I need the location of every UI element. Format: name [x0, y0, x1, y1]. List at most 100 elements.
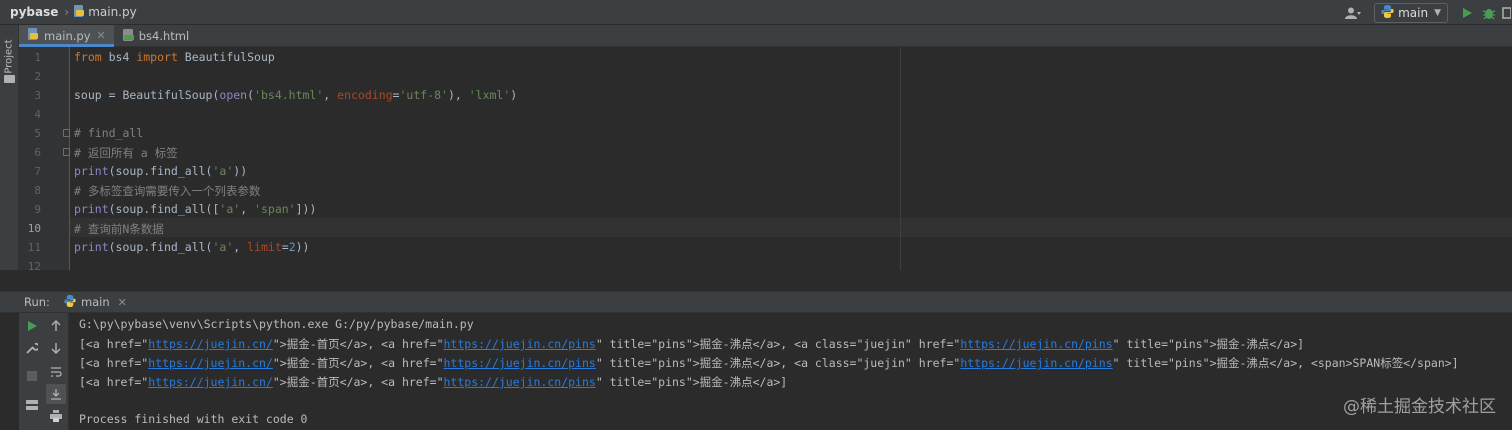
- right-margin-guide: [900, 47, 901, 270]
- console-text: " title="pins">掘金-沸点</a>, <a class="juej…: [595, 337, 961, 351]
- code-line-1: from bs4 import BeautifulSoup: [74, 50, 275, 64]
- console-text: " title="pins">掘金-沸点</a>]: [1112, 337, 1305, 351]
- line-number: 4: [34, 108, 41, 121]
- code-line-3: soup = BeautifulSoup(open('bs4.html', en…: [74, 88, 517, 102]
- caret-row-highlight: [19, 218, 1512, 237]
- stop-icon[interactable]: [22, 366, 42, 386]
- run-toolbar: [19, 313, 69, 430]
- code-token: BeautifulSoup: [177, 50, 275, 64]
- console-output-line: [<a href="https://juejin.cn/">掘金-首页</a>,…: [79, 336, 1304, 352]
- scroll-to-end-icon[interactable]: [46, 384, 66, 404]
- python-icon: [1381, 4, 1394, 21]
- panel-splitter[interactable]: [0, 270, 1512, 292]
- code-token: ,: [240, 202, 255, 216]
- line-number: 12: [27, 260, 41, 270]
- tab-bs4-html[interactable]: bs4.html: [114, 25, 197, 47]
- code-line-9: print(soup.find_all(['a', 'span'])): [74, 202, 316, 216]
- line-number: 6: [34, 146, 41, 159]
- project-tool-tab-label: Project: [3, 39, 15, 74]
- fold-marker-icon[interactable]: [63, 148, 70, 156]
- code-token: (: [247, 88, 255, 102]
- code-token: ,: [233, 240, 248, 254]
- console-text: [<a href=": [79, 356, 149, 370]
- close-icon[interactable]: ✕: [97, 29, 106, 42]
- code-token: 'a': [212, 240, 234, 254]
- line-number: 9: [34, 203, 41, 216]
- code-token: bs4: [101, 50, 137, 64]
- console-link[interactable]: https://juejin.cn/: [148, 375, 273, 389]
- code-token: 'utf-8': [399, 88, 448, 102]
- line-number-gutter: 1 2 3 4 5 6 7 8 9 10 11 12: [19, 47, 70, 270]
- line-number-current: 10: [27, 222, 41, 235]
- chevron-down-icon: ▼: [1434, 7, 1441, 18]
- console-link[interactable]: https://juejin.cn/pins: [444, 356, 596, 370]
- run-panel-header: Run: main ✕: [0, 292, 1512, 313]
- console-text: ">掘金-首页</a>, <a href=": [272, 356, 444, 370]
- run-panel-title: Run:: [24, 295, 50, 309]
- fold-marker-icon[interactable]: [63, 129, 70, 137]
- python-file-icon: [73, 4, 85, 20]
- code-token: 'a': [219, 202, 241, 216]
- tab-label: main.py: [44, 28, 91, 43]
- line-number: 11: [27, 241, 41, 254]
- line-number: 8: [34, 184, 41, 197]
- console-link[interactable]: https://juejin.cn/: [148, 356, 273, 370]
- code-line-7: print(soup.find_all('a')): [74, 164, 247, 178]
- arrow-down-icon[interactable]: [46, 338, 66, 358]
- code-token: (soup.find_all([: [108, 202, 220, 216]
- coverage-icon[interactable]: [1500, 2, 1512, 24]
- project-tool-tab[interactable]: Project: [2, 31, 17, 85]
- code-token: import: [136, 50, 178, 64]
- breadcrumb-project[interactable]: pybase: [10, 5, 58, 19]
- debug-icon[interactable]: [1478, 2, 1500, 24]
- console-link[interactable]: https://juejin.cn/pins: [444, 375, 596, 389]
- code-line-5: # find_all: [74, 126, 144, 140]
- code-token: encoding: [337, 88, 393, 102]
- line-number: 7: [34, 165, 41, 178]
- console-link[interactable]: https://juejin.cn/pins: [960, 337, 1112, 351]
- run-tab-main[interactable]: main ✕: [60, 292, 131, 313]
- code-token: (soup.find_all(: [108, 240, 213, 254]
- print-icon[interactable]: [46, 406, 66, 426]
- left-tool-strip: Project: [0, 25, 19, 295]
- wrench-icon[interactable]: [22, 338, 42, 358]
- navigation-bar: pybase › main.py main ▼: [0, 0, 1512, 25]
- console-text: [<a href=": [79, 337, 149, 351]
- run-configuration-select[interactable]: main ▼: [1374, 2, 1448, 23]
- close-icon[interactable]: ✕: [118, 296, 127, 309]
- console-link[interactable]: https://juejin.cn/: [148, 337, 273, 351]
- code-token: print: [74, 202, 109, 216]
- tab-main-py[interactable]: main.py ✕: [19, 25, 114, 47]
- arrow-up-icon[interactable]: [46, 316, 66, 336]
- soft-wrap-icon[interactable]: [46, 362, 66, 382]
- rerun-icon[interactable]: [22, 316, 42, 336]
- code-line-8: # 多标签查询需要传入一个列表参数: [74, 184, 261, 198]
- python-icon: [64, 294, 76, 310]
- code-token: ,: [323, 88, 338, 102]
- line-number: 5: [34, 127, 41, 140]
- console-link[interactable]: https://juejin.cn/pins: [444, 337, 596, 351]
- tab-label: bs4.html: [138, 29, 190, 43]
- navbar-actions: main ▼: [1338, 0, 1512, 25]
- user-icon[interactable]: [1338, 3, 1368, 23]
- run-icon[interactable]: [1456, 2, 1478, 24]
- html-file-icon: [122, 28, 134, 44]
- console-text: ">掘金-首页</a>, <a href=": [272, 375, 444, 389]
- code-line-11: print(soup.find_all('a', limit=2)): [74, 240, 309, 254]
- code-token: print: [74, 240, 109, 254]
- layout-icon[interactable]: [22, 395, 42, 415]
- console-text: " title="pins">掘金-沸点</a>]: [595, 375, 788, 389]
- line-number: 1: [34, 51, 41, 64]
- python-file-icon: [27, 28, 39, 43]
- code-token: open: [219, 88, 248, 102]
- watermark: @稀土掘金技术社区: [1343, 397, 1496, 417]
- line-number: 2: [34, 70, 41, 83]
- code-editor[interactable]: 1 2 3 4 5 6 7 8 9 10 11 12 from bs4 impo…: [19, 47, 1512, 270]
- code-token: from: [74, 50, 102, 64]
- editor-tab-bar: main.py ✕ bs4.html: [19, 25, 1512, 47]
- console-link[interactable]: https://juejin.cn/pins: [960, 356, 1112, 370]
- breadcrumb-file[interactable]: main.py: [88, 5, 137, 19]
- run-console[interactable]: G:\py\pybase\venv\Scripts\python.exe G:/…: [69, 313, 1512, 430]
- code-token: 'a': [212, 164, 234, 178]
- code-line-6: # 返回所有 a 标签: [74, 146, 178, 160]
